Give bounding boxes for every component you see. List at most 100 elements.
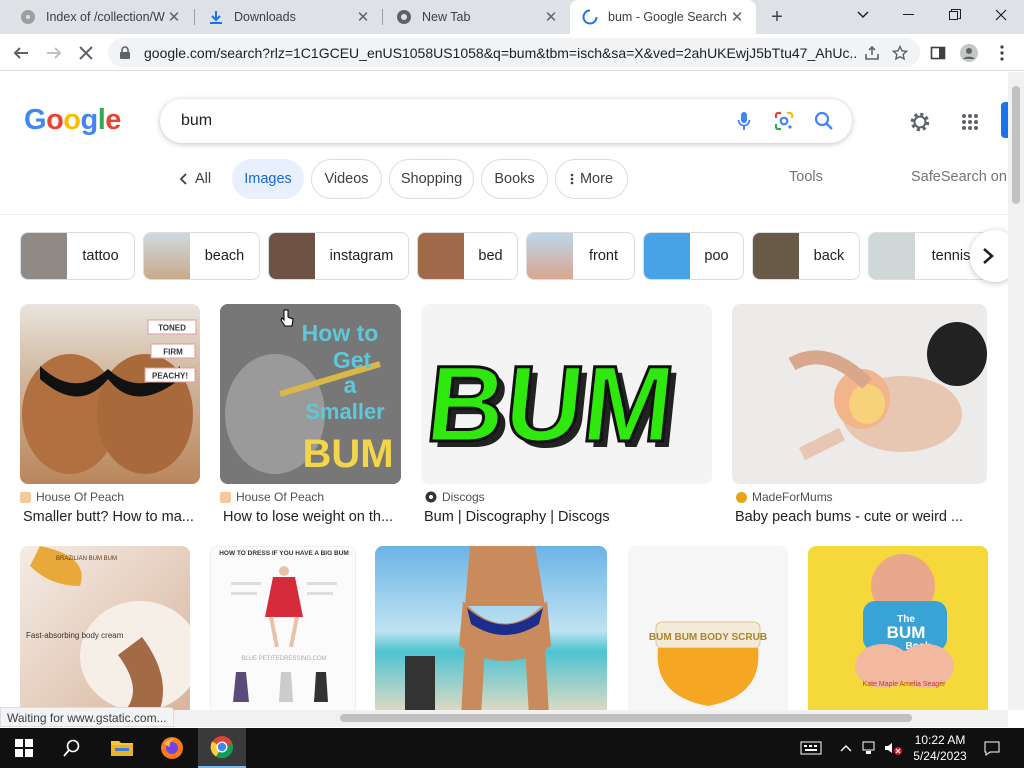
result-thumbnail[interactable]: How to Get a Smaller BUM <box>220 304 401 484</box>
related-chip-front[interactable]: front <box>526 232 635 280</box>
tab-videos[interactable]: Videos <box>311 159 382 199</box>
lens-search-button[interactable] <box>764 101 804 141</box>
image-caption: FIRM <box>163 348 183 357</box>
related-chip-bed[interactable]: bed <box>417 232 518 280</box>
related-chip-instagram[interactable]: instagram <box>268 232 409 280</box>
tab-books-label: Books <box>494 171 535 187</box>
result-source[interactable]: House Of Peach <box>20 490 124 504</box>
result-title[interactable]: How to lose weight on th... <box>223 509 401 525</box>
sign-in-button[interactable] <box>1001 102 1008 138</box>
close-icon[interactable]: ✕ <box>542 8 560 26</box>
side-panel-button[interactable] <box>924 39 952 67</box>
image-result[interactable]: How to Get a Smaller BUM House Of Peach … <box>220 304 402 534</box>
back-button[interactable] <box>7 39 35 67</box>
result-thumbnail[interactable] <box>375 546 607 710</box>
tab-search-button[interactable] <box>840 0 886 30</box>
tray-input-indicator[interactable] <box>796 728 826 768</box>
related-chip-beach[interactable]: beach <box>143 232 260 280</box>
image-result[interactable]: BRAZILIAN BUM BUM Fast-absorbing body cr… <box>20 546 190 710</box>
star-icon <box>892 44 908 60</box>
profile-button[interactable] <box>955 39 983 67</box>
result-source[interactable]: House Of Peach <box>220 490 324 504</box>
image-result[interactable]: The BUM Book Kate Maple Amelia Seager <box>808 546 988 710</box>
related-chip-back[interactable]: back <box>752 232 860 280</box>
share-button[interactable] <box>858 39 886 67</box>
apps-grid-icon <box>962 114 978 130</box>
image-result[interactable]: BUM BUM BODY SCRUB <box>628 546 788 710</box>
result-thumbnail[interactable]: The BUM Book Kate Maple Amelia Seager <box>808 546 988 710</box>
image-result[interactable]: MadeForMums Baby peach bums - cute or we… <box>732 304 988 534</box>
browser-toolbar: google.com/search?rlz=1C1GCEU_enUS1058US… <box>0 34 1024 71</box>
image-result[interactable]: BUM BUM Discogs Bum | Discography | Disc… <box>421 304 713 534</box>
address-bar[interactable]: google.com/search?rlz=1C1GCEU_enUS1058US… <box>108 38 920 67</box>
google-apps-button[interactable] <box>956 108 984 136</box>
tab-new-tab[interactable]: New Tab ✕ <box>384 0 570 34</box>
scrollbar-thumb[interactable] <box>340 714 912 722</box>
search-input[interactable]: bum <box>181 112 724 130</box>
start-button[interactable] <box>0 728 48 768</box>
restore-button[interactable] <box>932 0 978 30</box>
result-thumbnail[interactable]: HOW TO DRESS IF YOU HAVE A BIG BUM BLUE … <box>210 546 356 710</box>
vertical-scrollbar[interactable] <box>1008 72 1024 710</box>
result-source[interactable]: MadeForMums <box>736 490 833 504</box>
url-text[interactable]: google.com/search?rlz=1C1GCEU_enUS1058US… <box>144 45 858 61</box>
tab-all[interactable]: All <box>168 159 222 199</box>
result-thumbnail[interactable] <box>732 304 987 484</box>
tab-google-search[interactable]: bum - Google Search ✕ <box>570 0 756 34</box>
safesearch-button[interactable]: SafeSearch on <box>911 169 1007 185</box>
result-title[interactable]: Bum | Discography | Discogs <box>424 509 712 525</box>
tools-button[interactable]: Tools <box>789 169 823 185</box>
tray-overflow-button[interactable] <box>836 728 856 768</box>
bookmark-button[interactable] <box>886 39 914 67</box>
bum-book-image: The BUM Book Kate Maple Amelia Seager <box>855 554 954 688</box>
menu-button[interactable] <box>988 39 1016 67</box>
image-result[interactable] <box>375 546 607 710</box>
notifications-button[interactable] <box>980 728 1004 768</box>
new-tab-button[interactable]: + <box>765 5 789 29</box>
close-window-button[interactable] <box>978 0 1024 30</box>
image-result[interactable]: TONED FIRM PEACHY! House Of Peach Smalle… <box>20 304 201 534</box>
close-icon[interactable]: ✕ <box>165 8 183 26</box>
tab-books[interactable]: Books <box>481 159 548 199</box>
tab-collection-index[interactable]: Index of /collection/Wi ✕ <box>8 0 193 34</box>
result-thumbnail[interactable]: BRAZILIAN BUM BUM Fast-absorbing body cr… <box>20 546 190 710</box>
related-chip-tattoo[interactable]: tattoo <box>20 232 135 280</box>
stop-button[interactable] <box>72 39 100 67</box>
tray-volume[interactable] <box>882 728 904 768</box>
discogs-bum-image: BUM BUM <box>421 342 686 470</box>
taskbar-search-button[interactable] <box>48 728 96 768</box>
firefox-icon <box>161 737 183 759</box>
search-box[interactable]: bum <box>160 99 852 143</box>
taskbar-file-explorer[interactable] <box>98 728 146 768</box>
related-chip-poo[interactable]: poo <box>643 232 744 280</box>
tab-all-label: All <box>194 171 212 187</box>
tab-shopping[interactable]: Shopping <box>389 159 474 199</box>
kebab-menu-icon <box>570 173 574 185</box>
result-thumbnail[interactable]: BUM BUM BODY SCRUB <box>628 546 788 710</box>
result-source[interactable]: Discogs <box>425 490 485 504</box>
taskbar-chrome[interactable] <box>198 728 246 768</box>
close-icon[interactable]: ✕ <box>728 8 746 26</box>
settings-button[interactable] <box>906 108 934 136</box>
more-filters-button[interactable]: More <box>555 159 628 199</box>
image-result[interactable]: HOW TO DRESS IF YOU HAVE A BIG BUM BLUE … <box>210 546 356 710</box>
scrollbar-thumb[interactable] <box>1012 86 1020 204</box>
tray-network[interactable] <box>860 728 880 768</box>
tab-downloads[interactable]: Downloads ✕ <box>196 0 382 34</box>
close-icon[interactable]: ✕ <box>354 8 372 26</box>
voice-search-button[interactable] <box>724 101 764 141</box>
taskbar-clock[interactable]: 10:22 AM 5/24/2023 <box>904 732 976 764</box>
result-thumbnail[interactable]: BUM BUM <box>421 304 712 484</box>
image-caption: TONED <box>158 324 186 333</box>
taskbar-firefox[interactable] <box>148 728 196 768</box>
result-title[interactable]: Smaller butt? How to ma... <box>23 509 201 525</box>
tab-images[interactable]: Images <box>232 159 304 199</box>
logo-letter: e <box>105 104 121 136</box>
search-button[interactable] <box>804 101 844 141</box>
search-icon <box>814 111 833 130</box>
forward-button[interactable] <box>40 39 68 67</box>
result-thumbnail[interactable]: TONED FIRM PEACHY! <box>20 304 200 484</box>
google-logo[interactable]: Google <box>24 104 121 137</box>
minimize-button[interactable] <box>886 0 932 30</box>
result-title[interactable]: Baby peach bums - cute or weird ... <box>735 509 987 525</box>
